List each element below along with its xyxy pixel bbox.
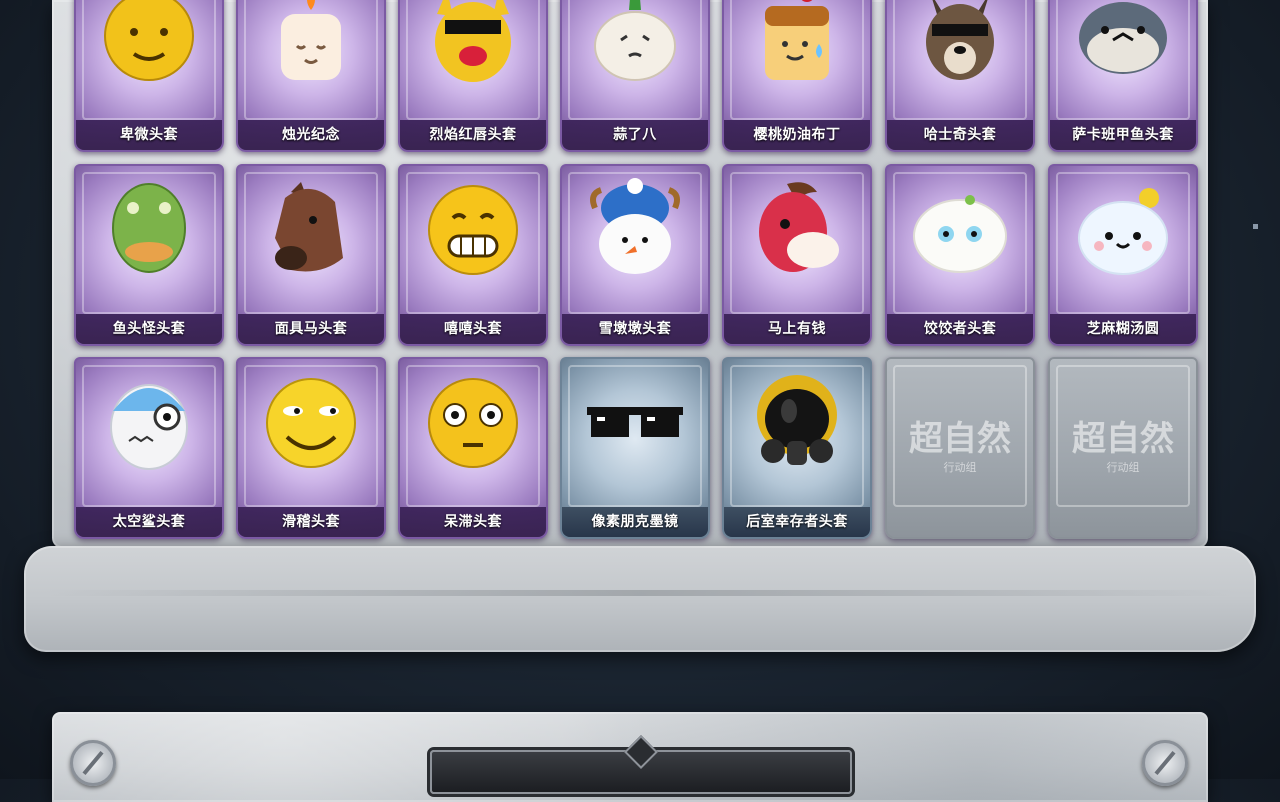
headgear-card[interactable]: 樱桃奶油布丁 [722, 0, 872, 152]
headgear-card[interactable]: 面具马头套 [236, 164, 386, 346]
garlic-face-icon [594, 0, 676, 81]
locked-slot-watermark-sub: 行动组 [1106, 461, 1140, 474]
horse-mask-icon [275, 182, 343, 272]
headgear-card[interactable]: 太空鲨头套 [74, 357, 224, 539]
headgear-card-label: 鱼头怪头套 [76, 314, 222, 344]
headgear-card[interactable]: 呆滞头套 [398, 357, 548, 539]
locked-slot-watermark: 超自然 [909, 419, 1011, 459]
compass-emblem-icon [70, 740, 116, 786]
headgear-card[interactable]: 烈焰红唇头套 [398, 0, 548, 152]
headgear-card[interactable]: 雪墩墩头套 [560, 164, 710, 346]
gas-mask-helmet-icon [757, 375, 837, 465]
headgear-card-label: 萨卡班甲鱼头套 [1050, 120, 1196, 150]
smirk-emoji-icon [266, 378, 356, 468]
locked-headgear-card[interactable]: 超自然 行动组 [1048, 357, 1198, 539]
headgear-card[interactable]: 像素朋克墨镜 [560, 357, 710, 539]
headgear-card[interactable]: 萨卡班甲鱼头套 [1048, 0, 1198, 152]
headgear-card[interactable]: 滑稽头套 [236, 357, 386, 539]
headgear-card-label: 马上有钱 [724, 314, 870, 344]
headgear-card-label: 烛光纪念 [238, 120, 384, 150]
headgear-card[interactable]: 卑微头套 [74, 0, 224, 152]
scroll-banner [24, 546, 1256, 652]
headgear-card[interactable]: 嘻嘻头套 [398, 164, 548, 346]
headgear-card-label: 像素朋克墨镜 [562, 507, 708, 537]
headgear-card[interactable]: 烛光纪念 [236, 0, 386, 152]
headgear-card-label: 樱桃奶油布丁 [724, 120, 870, 150]
locked-slot-watermark-sub: 行动组 [943, 461, 977, 474]
headgear-card[interactable]: 芝麻糊汤圆 [1048, 164, 1198, 346]
headgear-card[interactable]: 哈士奇头套 [885, 0, 1035, 152]
headgear-card-label: 芝麻糊汤圆 [1050, 314, 1196, 344]
grinning-emoji-icon [428, 185, 518, 275]
husky-head-icon [926, 0, 994, 80]
headgear-card-label: 太空鲨头套 [76, 507, 222, 537]
headgear-card-label: 滑稽头套 [238, 507, 384, 537]
side-indicator-dot [1253, 224, 1258, 229]
sacabambaspis-fish-icon [1079, 2, 1167, 74]
headgear-card-label: 后室幸存者头套 [724, 507, 870, 537]
pixel-sunglasses-icon [587, 407, 683, 437]
compass-emblem-icon [1142, 740, 1188, 786]
candle-face-icon [281, 0, 341, 80]
headgear-card[interactable]: 后室幸存者头套 [722, 357, 872, 539]
dazed-emoji-icon [428, 378, 518, 468]
meek-emoji-face-icon [104, 0, 194, 81]
headgear-card-label: 呆滞头套 [400, 507, 546, 537]
rice-ball-head-icon [1078, 188, 1168, 275]
headgear-card[interactable]: 鱼头怪头套 [74, 164, 224, 346]
space-shark-head-icon [110, 384, 188, 470]
cherry-pudding-icon [765, 0, 829, 80]
headgear-card-label: 卑微头套 [76, 120, 222, 150]
headgear-card[interactable]: 马上有钱 [722, 164, 872, 346]
headgear-card-label: 蒜了八 [562, 120, 708, 150]
headgear-card-label: 嘻嘻头套 [400, 314, 546, 344]
headgear-card[interactable]: 蒜了八 [560, 0, 710, 152]
locked-slot-watermark: 超自然 [1072, 419, 1174, 459]
headgear-card-label: 雪墩墩头套 [562, 314, 708, 344]
fish-monster-head-icon [112, 183, 186, 273]
red-pony-head-icon [759, 182, 839, 272]
headgear-card-label: 哈士奇头套 [887, 120, 1033, 150]
headgear-card-label: 烈焰红唇头套 [400, 120, 546, 150]
headgear-card-label: 面具马头套 [238, 314, 384, 344]
dumpling-head-icon [913, 195, 1007, 273]
red-lips-pikachu-icon [435, 0, 511, 82]
snowman-head-icon [590, 178, 680, 274]
headgear-card[interactable]: 饺饺者头套 [885, 164, 1035, 346]
locked-headgear-card[interactable]: 超自然 行动组 [885, 357, 1035, 539]
headgear-card-label: 饺饺者头套 [887, 314, 1033, 344]
